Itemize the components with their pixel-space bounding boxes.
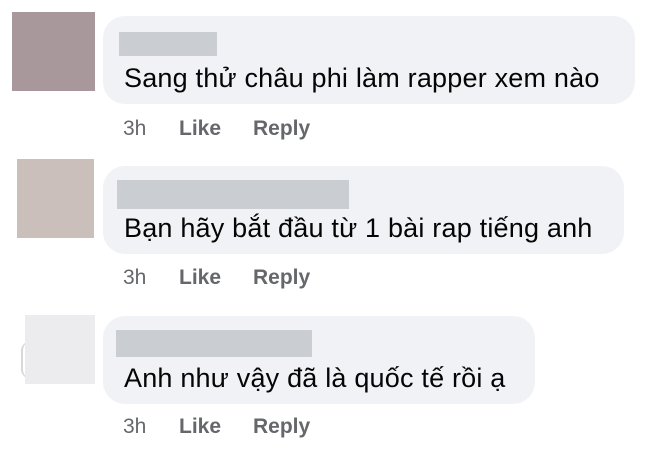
comment-text: Bạn hãy bắt đầu từ 1 bài rap tiếng anh bbox=[124, 213, 593, 243]
like-button[interactable]: Like bbox=[179, 414, 253, 440]
comment-actions: 3h Like Reply bbox=[123, 414, 310, 440]
redacted-author-name bbox=[116, 330, 312, 357]
comment-bubble: Anh như vậy đã là quốc tế rồi ạ bbox=[103, 316, 535, 404]
like-button[interactable]: Like bbox=[179, 265, 253, 291]
reply-button[interactable]: Reply bbox=[253, 414, 310, 440]
avatar[interactable] bbox=[17, 159, 94, 238]
comment-bubble: Bạn hãy bắt đầu từ 1 bài rap tiếng anh bbox=[103, 166, 624, 254]
timestamp: 3h bbox=[123, 266, 147, 289]
comment-actions: 3h Like Reply bbox=[123, 265, 310, 291]
redacted-author-name bbox=[117, 180, 349, 209]
avatar[interactable] bbox=[25, 315, 95, 384]
comment-item: Anh như vậy đã là quốc tế rồi ạ 3h Like Re… bbox=[0, 0, 660, 438]
reply-button[interactable]: Reply bbox=[253, 265, 310, 291]
timestamp: 3h bbox=[123, 415, 147, 438]
comment-text: Anh như vậy đã là quốc tế rồi ạ bbox=[124, 363, 506, 393]
